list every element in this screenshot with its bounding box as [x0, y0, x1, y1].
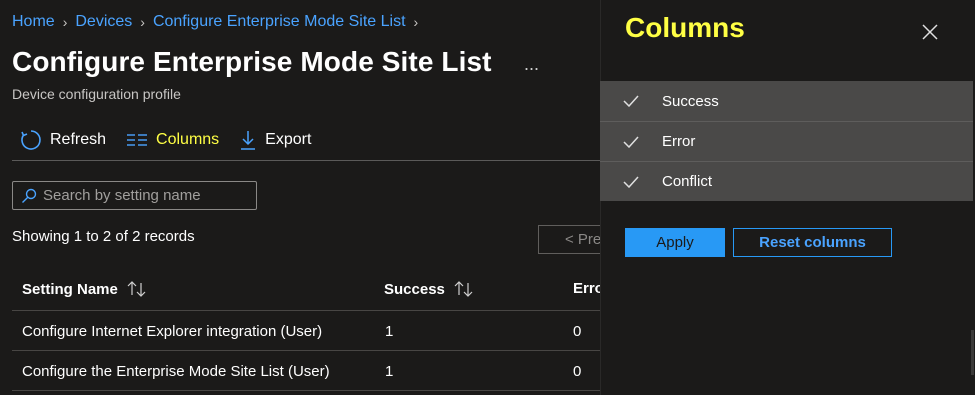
- search-icon: [22, 188, 37, 203]
- columns-button[interactable]: Columns: [126, 131, 219, 149]
- column-option-conflict[interactable]: Conflict: [600, 162, 973, 201]
- header-label: Setting Name: [22, 280, 118, 298]
- search-placeholder: Search by setting name: [43, 187, 201, 204]
- breadcrumb-current[interactable]: Configure Enterprise Mode Site List: [153, 13, 406, 31]
- close-icon[interactable]: [920, 22, 940, 47]
- sort-icon: [127, 281, 146, 297]
- table-cell-setting: Configure Internet Explorer integration …: [22, 323, 323, 340]
- header-label: Success: [384, 280, 445, 298]
- column-option-error[interactable]: Error: [600, 122, 973, 161]
- header-divider: [12, 310, 602, 311]
- page-subtitle: Device configuration profile: [12, 86, 181, 102]
- column-option-label: Error: [662, 133, 696, 150]
- table-cell-error: 0: [573, 323, 582, 340]
- records-count: Showing 1 to 2 of 2 records: [12, 228, 195, 245]
- refresh-button[interactable]: Refresh: [20, 129, 106, 151]
- table-cell-setting: Configure the Enterprise Mode Site List …: [22, 363, 330, 380]
- toolbar: Refresh Columns Export: [20, 126, 331, 154]
- export-button[interactable]: Export: [239, 129, 311, 151]
- breadcrumb-devices[interactable]: Devices: [75, 13, 132, 31]
- check-icon: [600, 135, 662, 148]
- more-options-button[interactable]: ...: [524, 54, 539, 75]
- table-cell-error: 0: [573, 363, 582, 380]
- apply-button[interactable]: Apply: [625, 228, 725, 257]
- chevron-right-icon: ›: [62, 14, 68, 30]
- column-header-setting-name[interactable]: Setting Name: [22, 280, 148, 298]
- download-icon: [241, 131, 256, 150]
- breadcrumb-home[interactable]: Home: [12, 13, 55, 31]
- refresh-label: Refresh: [50, 131, 107, 148]
- check-icon: [600, 95, 662, 107]
- column-option-label: Success: [662, 92, 719, 110]
- reset-columns-button[interactable]: Reset columns: [733, 228, 892, 257]
- row-divider: [12, 390, 602, 391]
- column-header-success[interactable]: Success: [384, 280, 475, 298]
- chevron-right-icon: ›: [413, 14, 419, 30]
- chevron-right-icon: ›: [140, 14, 145, 30]
- columns-icon: [127, 134, 148, 146]
- toolbar-divider: [12, 160, 602, 161]
- refresh-icon: [21, 130, 41, 150]
- panel-title: Columns: [625, 12, 745, 43]
- column-option-success[interactable]: Success: [600, 81, 973, 121]
- breadcrumb: Home › Devices › Configure Enterprise Mo…: [12, 13, 418, 31]
- row-divider: [12, 350, 602, 351]
- table-cell-success: 1: [385, 363, 394, 380]
- sort-icon: [454, 281, 473, 297]
- search-input[interactable]: Search by setting name: [12, 181, 257, 210]
- table-cell-success: 1: [385, 323, 394, 340]
- page-title: Configure Enterprise Mode Site List: [12, 46, 492, 77]
- scrollbar[interactable]: [971, 330, 974, 375]
- column-option-label: Conflict: [662, 173, 713, 190]
- check-icon: [600, 175, 662, 188]
- export-label: Export: [265, 131, 312, 148]
- columns-label: Columns: [156, 131, 220, 148]
